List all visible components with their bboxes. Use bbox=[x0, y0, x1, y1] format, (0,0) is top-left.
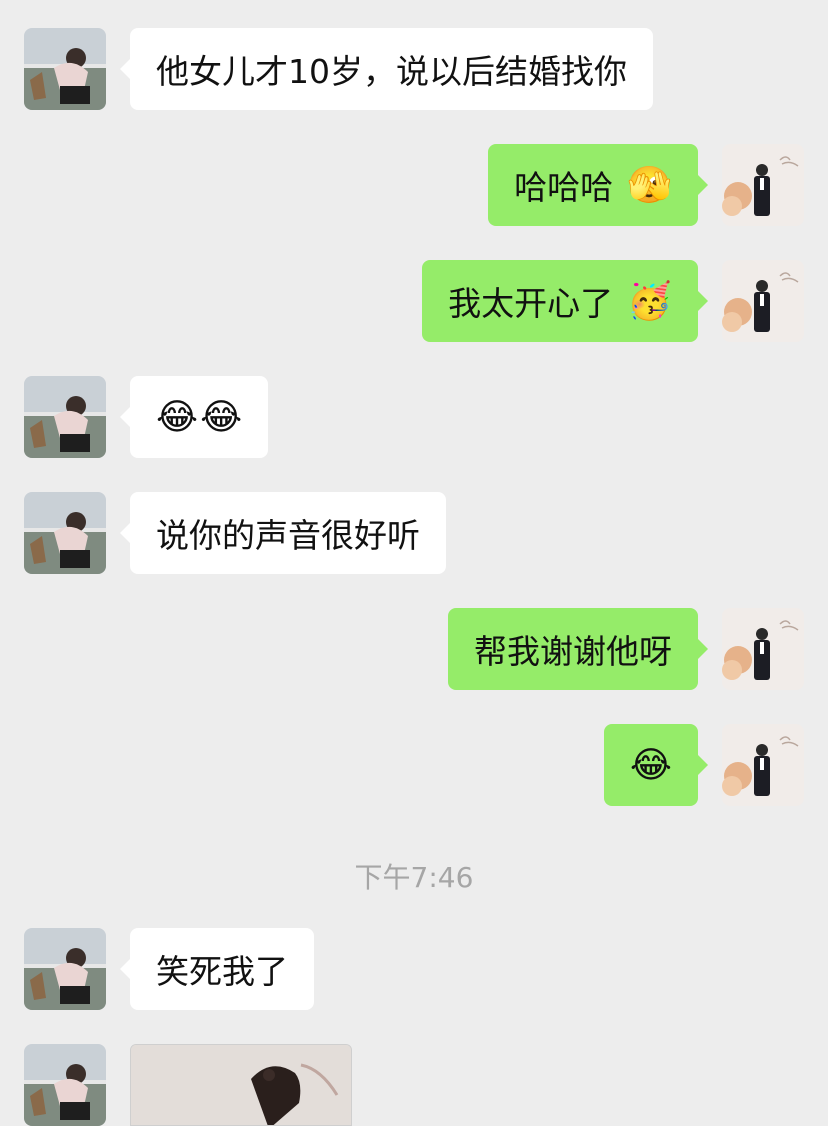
message-bubble[interactable]: 哈哈哈 🫣 bbox=[488, 144, 708, 226]
message-text: 帮我谢谢他呀 bbox=[474, 632, 672, 671]
contact-avatar[interactable] bbox=[24, 376, 106, 458]
message-bubble[interactable]: 他女儿才10岁，说以后结婚找你 bbox=[120, 28, 653, 110]
message-text: 哈哈哈 bbox=[514, 168, 614, 207]
message-text: 他女儿才10岁，说以后结婚找你 bbox=[156, 52, 627, 91]
contact-avatar[interactable] bbox=[24, 1044, 106, 1126]
message-bubble[interactable]: 😂 bbox=[603, 724, 709, 806]
photo-thumbnail bbox=[131, 1045, 351, 1125]
message-bubble[interactable]: 说你的声音很好听 bbox=[120, 492, 446, 574]
rolling-laughing-emoji-icon: 😂 bbox=[629, 744, 672, 786]
message-bubble[interactable]: 帮我谢谢他呀 bbox=[448, 608, 708, 690]
peeking-face-emoji-icon: 🫣 bbox=[627, 165, 672, 206]
image-message[interactable] bbox=[130, 1044, 352, 1126]
contact-avatar[interactable] bbox=[24, 928, 106, 1010]
timestamp: 下午7:46 bbox=[354, 861, 474, 894]
message-bubble[interactable]: 我太开心了 🥳 bbox=[422, 260, 708, 342]
contact-avatar[interactable] bbox=[24, 28, 106, 110]
message-text: 笑死我了 bbox=[156, 952, 288, 991]
message-bubble[interactable]: 笑死我了 bbox=[120, 928, 314, 1010]
rolling-laughing-emoji-icon: 😂 bbox=[156, 396, 199, 438]
self-avatar[interactable] bbox=[722, 724, 804, 806]
message-bubble[interactable]: 😂 😂 bbox=[119, 376, 269, 458]
message-text: 我太开心了 bbox=[448, 284, 614, 323]
rolling-laughing-emoji-icon: 😂 bbox=[200, 396, 243, 438]
contact-avatar[interactable] bbox=[24, 492, 106, 574]
self-avatar[interactable] bbox=[722, 608, 804, 690]
message-text: 说你的声音很好听 bbox=[156, 516, 420, 555]
self-avatar[interactable] bbox=[722, 144, 804, 226]
partying-face-emoji-icon: 🥳 bbox=[627, 281, 672, 322]
self-avatar[interactable] bbox=[722, 260, 804, 342]
